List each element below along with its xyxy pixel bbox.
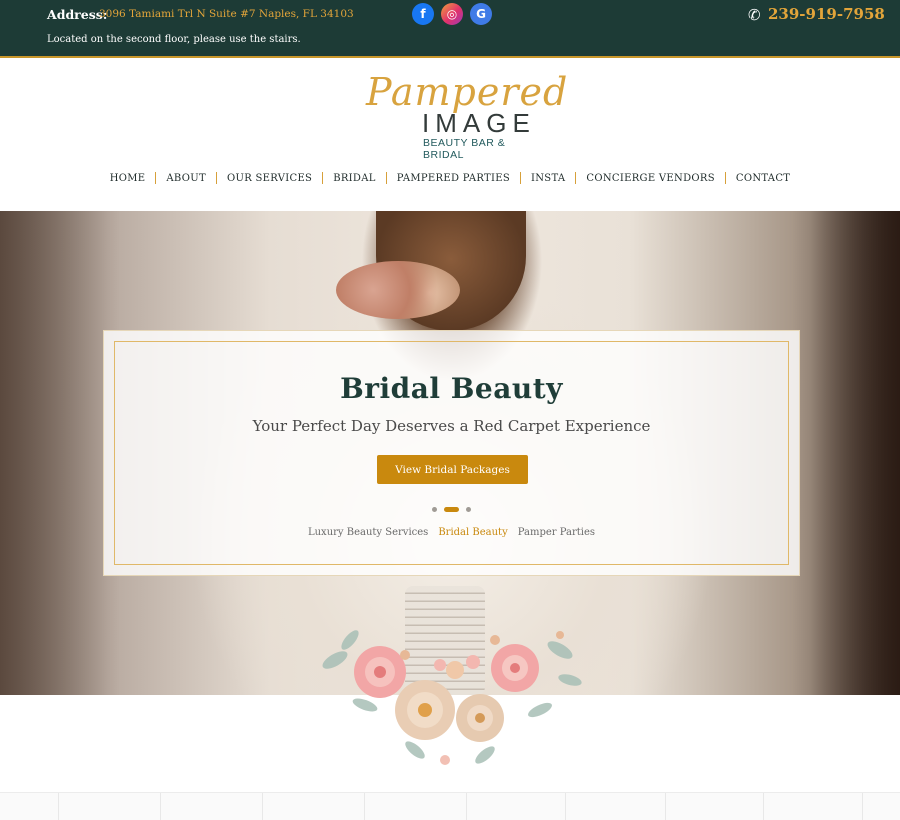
nav-item-contact[interactable]: CONTACT [726,173,800,184]
nav-item-about[interactable]: ABOUT [156,173,216,184]
nav-item-home[interactable]: HOME [100,173,156,184]
top-bar: Address: 3096 Tamiami Trl N Suite #7 Nap… [0,0,900,58]
logo-sub-text: BEAUTY BAR & BRIDAL [423,137,506,161]
gallery-divider [665,793,666,820]
address-note: Located on the second floor, please use … [47,34,301,45]
gallery-divider [466,793,467,820]
slider-tabs: Luxury Beauty Services Bridal Beauty Pam… [104,527,799,538]
site-logo[interactable]: Pampered IMAGE BEAUTY BAR & BRIDAL [360,70,567,161]
gallery-divider [262,793,263,820]
address-link[interactable]: 3096 Tamiami Trl N Suite #7 Naples, FL 3… [99,8,354,20]
slider-dot-2[interactable] [444,507,459,512]
slide-title: Bridal Beauty [340,372,563,405]
nav-item-concierge-vendors[interactable]: CONCIERGE VENDORS [576,173,724,184]
slider-tab-pamper-parties[interactable]: Pamper Parties [518,527,595,538]
floral-bouquet-decoration [305,610,595,785]
nav-item-bridal[interactable]: BRIDAL [323,173,386,184]
slide-subtitle: Your Perfect Day Deserves a Red Carpet E… [252,417,651,435]
nav-item-our-services[interactable]: OUR SERVICES [217,173,322,184]
hero-curtain-left [0,211,120,695]
facebook-icon[interactable]: f [412,3,434,25]
instagram-icon[interactable]: ◎ [441,3,463,25]
slider-dots [104,507,799,512]
slider-dot-3[interactable] [466,507,471,512]
gallery-divider [364,793,365,820]
slide-card: Bridal Beauty Your Perfect Day Deserves … [103,330,800,576]
view-bridal-packages-button[interactable]: View Bridal Packages [377,455,528,484]
main-nav: HOME ABOUT OUR SERVICES BRIDAL PAMPERED … [0,172,900,184]
slider-tab-bridal-beauty[interactable]: Bridal Beauty [438,527,507,538]
phone-icon: ✆ [748,6,761,24]
nav-item-pampered-parties[interactable]: PAMPERED PARTIES [387,173,520,184]
gallery-divider [58,793,59,820]
google-icon[interactable]: G [470,3,492,25]
gallery-strip [0,792,900,820]
bouquet-illustration [322,630,582,765]
gallery-divider [763,793,764,820]
gallery-divider [160,793,161,820]
gallery-divider [862,793,863,820]
hair-flowers-image [336,261,460,319]
slider-dot-1[interactable] [432,507,437,512]
logo-main-text: IMAGE [422,108,536,138]
slider-tab-luxury-beauty-services[interactable]: Luxury Beauty Services [308,527,428,538]
hero-curtain-right [810,211,900,695]
gallery-divider [565,793,566,820]
phone-link[interactable]: 239-919-7958 [768,5,885,23]
nav-item-insta[interactable]: INSTA [521,173,575,184]
